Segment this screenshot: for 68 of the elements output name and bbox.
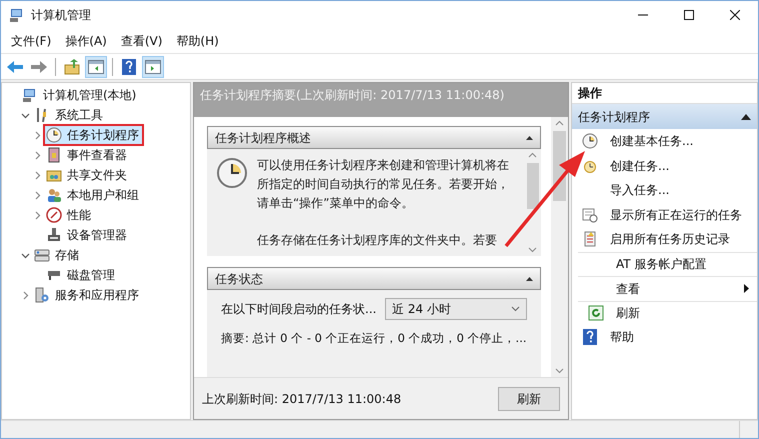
maximize-icon bbox=[684, 10, 694, 20]
section-header[interactable]: 任务状态 bbox=[207, 267, 541, 290]
dropdown-caret-icon bbox=[511, 306, 520, 312]
action-link[interactable]: 创建任务... bbox=[610, 156, 749, 175]
menu-item[interactable]: 文件(F) bbox=[5, 30, 58, 52]
tree-item[interactable]: 性能 bbox=[44, 205, 95, 225]
action-link[interactable]: 帮助 bbox=[610, 328, 749, 346]
tree-item[interactable]: 任务计划程序 bbox=[44, 125, 143, 145]
window-title: 计算机管理 bbox=[31, 6, 91, 24]
menu-item[interactable]: 操作(A) bbox=[59, 30, 113, 52]
actions-section-header[interactable]: 任务计划程序 bbox=[572, 104, 757, 129]
action-link[interactable]: 显示所有正在运行的任务 bbox=[610, 206, 749, 224]
description-text: 任务存储在任务计划程序库的文件夹中。若要 bbox=[257, 232, 498, 249]
period-label: 在以下时间段启动的任务状... bbox=[221, 301, 376, 318]
tree-item[interactable]: 计算机管理(本地) bbox=[20, 85, 140, 105]
scrollbar-thumb[interactable] bbox=[526, 163, 538, 209]
section-header[interactable]: 任务计划程序概述 bbox=[207, 126, 541, 149]
menu-item[interactable]: 帮助(H) bbox=[170, 30, 225, 52]
tree-item[interactable]: 系统工具 bbox=[32, 105, 107, 125]
users-icon bbox=[46, 187, 62, 203]
tree-item[interactable]: 设备管理器 bbox=[44, 225, 131, 245]
server-gear-icon bbox=[34, 287, 50, 303]
collapse-icon[interactable] bbox=[526, 276, 533, 281]
collapse-icon[interactable] bbox=[526, 135, 533, 140]
pane-toggle-button[interactable] bbox=[85, 56, 107, 78]
action-link[interactable]: AT 服务帐户配置 bbox=[616, 255, 749, 274]
log-book-icon bbox=[582, 231, 598, 248]
tree-item[interactable]: 存储 bbox=[32, 245, 83, 265]
computer-icon bbox=[9, 6, 25, 22]
device-icon bbox=[46, 227, 62, 243]
collapse-icon[interactable] bbox=[741, 114, 751, 120]
tree-item[interactable]: 磁盘管理 bbox=[44, 265, 119, 285]
calendar-clock-icon bbox=[582, 206, 598, 223]
action-link[interactable]: 导入任务... bbox=[610, 181, 749, 200]
computer-icon bbox=[22, 87, 38, 103]
pane-toggle-button[interactable] bbox=[142, 56, 164, 78]
collapsed-chevron-icon[interactable] bbox=[32, 210, 42, 220]
log-book-icon bbox=[46, 147, 62, 163]
refresh-button[interactable]: 刷新 bbox=[498, 386, 560, 410]
help-icon bbox=[582, 329, 598, 346]
collapsed-chevron-icon[interactable] bbox=[20, 290, 30, 300]
summary-header: 任务计划程序摘要(上次刷新时间: 2017/7/13 11:00:48) bbox=[194, 83, 568, 117]
storage-icon bbox=[34, 247, 50, 263]
clock-icon bbox=[582, 133, 598, 150]
action-link[interactable]: 查看 bbox=[616, 280, 732, 298]
tree-item[interactable]: 共享文件夹 bbox=[44, 165, 131, 185]
collapsed-chevron-icon[interactable] bbox=[32, 170, 42, 180]
action-link[interactable]: 创建基本任务... bbox=[610, 132, 749, 150]
action-link[interactable]: 启用所有任务历史记录 bbox=[610, 230, 749, 248]
expanded-chevron-icon[interactable] bbox=[20, 110, 30, 120]
close-icon bbox=[730, 10, 740, 20]
tree-item[interactable]: 事件查看器 bbox=[44, 145, 131, 165]
collapsed-chevron-icon[interactable] bbox=[32, 150, 42, 160]
last-refresh-text: 上次刷新时间: 2017/7/13 11:00:48 bbox=[202, 390, 402, 408]
period-dropdown[interactable]: 近 24 小时 bbox=[385, 298, 527, 320]
tree-item[interactable]: 服务和应用程序 bbox=[32, 285, 143, 305]
refresh-icon bbox=[588, 305, 604, 322]
submenu-arrow-icon bbox=[744, 284, 749, 294]
description-text: 可以使用任务计划程序来创建和管理计算机将在所指定的时间自动执行的常见任务。若要开始，请单击“操作”菜单中的命令。 bbox=[257, 157, 510, 212]
clock-icon bbox=[216, 157, 248, 189]
collapsed-chevron-icon[interactable] bbox=[32, 130, 42, 140]
tree-item[interactable]: 本地用户和组 bbox=[44, 185, 143, 205]
expanded-chevron-icon[interactable] bbox=[20, 250, 30, 260]
clock-icon bbox=[46, 127, 62, 143]
collapsed-chevron-icon[interactable] bbox=[32, 190, 42, 200]
status-summary: 摘要: 总计 0 个 - 0 个正在运行，0 个成功，0 个停止，... bbox=[221, 330, 527, 347]
action-link[interactable]: 刷新 bbox=[616, 304, 749, 322]
menu-item[interactable]: 查看(V) bbox=[114, 30, 168, 52]
